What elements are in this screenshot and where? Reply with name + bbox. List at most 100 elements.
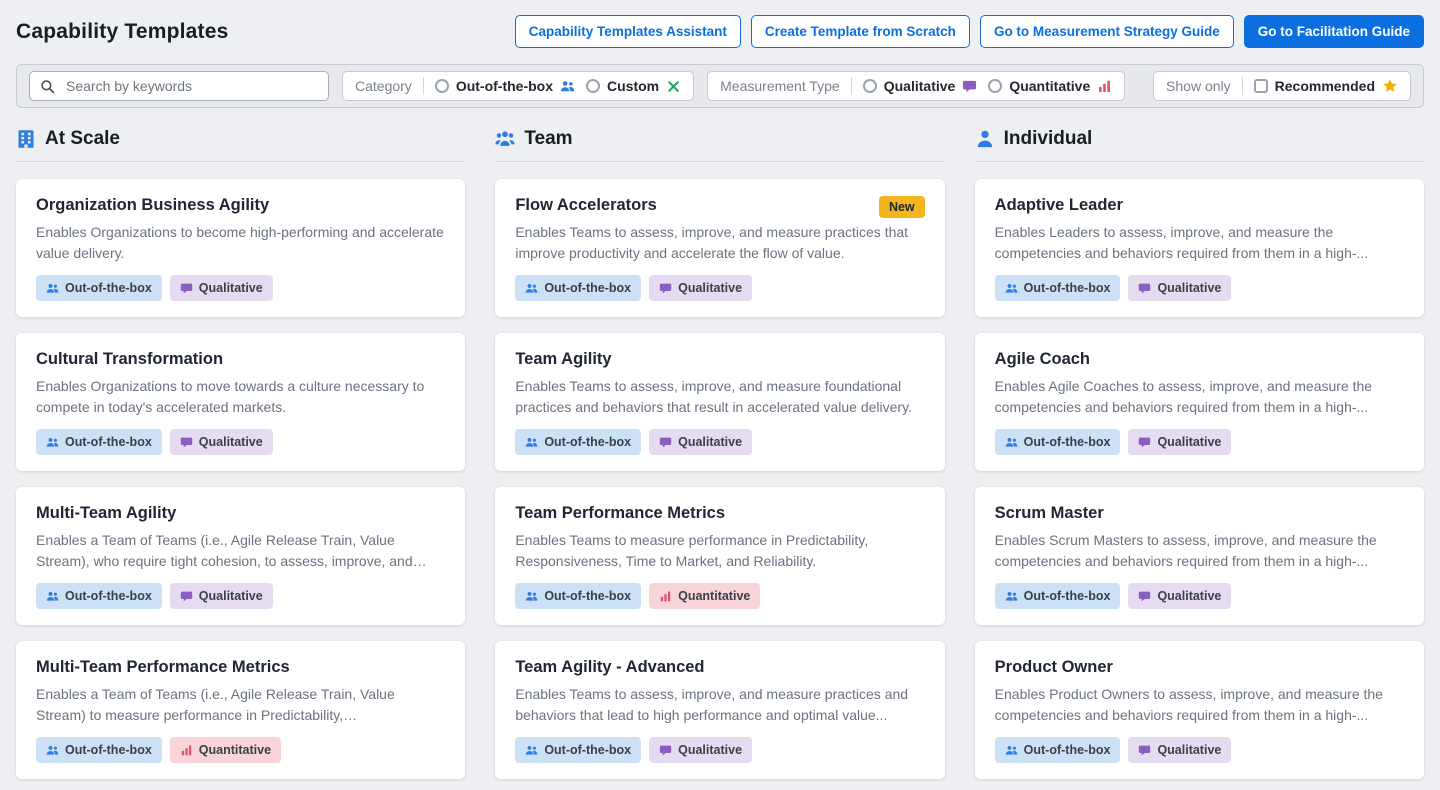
tag-qualitative: Qualitative: [169, 583, 273, 609]
template-card[interactable]: Team Agility Enables Teams to assess, im…: [495, 333, 945, 471]
column-individual: Individual Adaptive Leader Enables Leade…: [974, 128, 1424, 779]
tag-label: Out-of-the-box: [544, 435, 632, 449]
tag-label: Qualitative: [1157, 589, 1222, 603]
search-box[interactable]: [29, 71, 329, 101]
card-title: Team Performance Metrics: [515, 504, 726, 522]
card-description: Enables Organizations to move towards a …: [36, 378, 425, 415]
template-card[interactable]: Team Performance Metrics Enables Teams t…: [495, 487, 945, 625]
template-card[interactable]: Multi-Team Agility Enables a Team of Tea…: [16, 487, 466, 625]
measurement-strategy-guide-button[interactable]: Go to Measurement Strategy Guide: [979, 15, 1234, 48]
speech-bubble-icon: [180, 590, 193, 603]
radio-option-out-of-the-box[interactable]: Out-of-the-box: [434, 78, 575, 94]
create-template-from-scratch-button[interactable]: Create Template from Scratch: [750, 15, 970, 48]
template-columns: At Scale Organization Business Agility E…: [16, 128, 1424, 779]
capability-templates-page: Capability Templates Capability Template…: [0, 0, 1440, 779]
checkbox-control[interactable]: [1253, 79, 1268, 93]
category-filter-group: Category Out-of-the-box Custom: [342, 71, 695, 101]
template-card[interactable]: Organization Business Agility Enables Or…: [16, 179, 466, 317]
tag-label: Out-of-the-box: [1023, 743, 1111, 757]
tag-label: Qualitative: [198, 435, 263, 449]
template-card[interactable]: Product Owner Enables Product Owners to …: [974, 641, 1424, 779]
search-input[interactable]: [64, 77, 318, 95]
person-icon: [975, 129, 995, 149]
users-icon: [1005, 590, 1018, 603]
template-card[interactable]: Cultural Transformation Enables Organiza…: [16, 333, 466, 471]
facilitation-guide-button[interactable]: Go to Facilitation Guide: [1243, 15, 1424, 48]
bar-chart-icon: [180, 744, 193, 757]
card-description: Enables Scrum Masters to assess, improve…: [994, 532, 1377, 569]
bar-chart-icon: [1097, 79, 1112, 94]
card-description: Enables a Team of Teams (i.e., Agile Rel…: [36, 686, 395, 723]
tag-label: Qualitative: [198, 589, 263, 603]
column-header: Team: [495, 128, 945, 162]
radio-option-qualitative[interactable]: Qualitative: [862, 78, 978, 94]
tag-label: Qualitative: [1157, 743, 1222, 757]
tag-qualitative: Qualitative: [649, 737, 753, 763]
speech-bubble-icon: [1138, 436, 1151, 449]
column-title: Individual: [1003, 128, 1093, 149]
tag-label: Out-of-the-box: [544, 589, 632, 603]
tag-label: Out-of-the-box: [65, 743, 152, 757]
tag-label: Qualitative: [198, 281, 263, 295]
users-icon: [525, 436, 538, 449]
radio-label: Custom: [607, 78, 660, 94]
tag-out-of-the-box: Out-of-the-box: [36, 275, 162, 301]
tag-label: Quantitative: [198, 743, 272, 757]
card-description: Enables Product Owners to assess, improv…: [994, 686, 1383, 723]
tag-row: Out-of-the-box Qualitative: [994, 429, 1404, 455]
show-only-filter-label: Show only: [1166, 78, 1231, 94]
tag-label: Qualitative: [1157, 281, 1222, 295]
radio-control[interactable]: [586, 79, 601, 93]
template-card[interactable]: Scrum Master Enables Scrum Masters to as…: [974, 487, 1424, 625]
tag-label: Out-of-the-box: [1023, 589, 1111, 603]
capability-templates-assistant-button[interactable]: Capability Templates Assistant: [514, 15, 741, 48]
tag-label: Out-of-the-box: [544, 743, 632, 757]
users-icon: [1005, 436, 1018, 449]
template-card[interactable]: Team Agility - Advanced Enables Teams to…: [495, 641, 945, 779]
tag-label: Out-of-the-box: [1023, 435, 1111, 449]
users-icon: [525, 744, 538, 757]
card-description: Enables Organizations to become high-per…: [36, 224, 444, 261]
radio-label: Out-of-the-box: [455, 78, 554, 94]
card-title: Organization Business Agility: [36, 196, 270, 214]
users-icon: [525, 590, 538, 603]
tag-out-of-the-box: Out-of-the-box: [994, 583, 1121, 609]
card-description: Enables Leaders to assess, improve, and …: [994, 224, 1369, 261]
card-description: Enables Teams to assess, improve, and me…: [515, 224, 909, 261]
card-title: Team Agility: [515, 350, 612, 368]
building-icon: [16, 129, 36, 149]
measurement-type-filter-group: Measurement Type Qualitative Quantitativ…: [707, 71, 1126, 101]
template-card[interactable]: Agile Coach Enables Agile Coaches to ass…: [974, 333, 1424, 471]
radio-control[interactable]: [434, 79, 449, 93]
users-icon: [525, 282, 538, 295]
tag-qualitative: Qualitative: [1128, 583, 1232, 609]
column-title: Team: [524, 128, 573, 149]
template-card[interactable]: Adaptive Leader Enables Leaders to asses…: [974, 179, 1424, 317]
tools-icon: [666, 79, 681, 94]
checkbox-label: Recommended: [1274, 78, 1375, 94]
tag-label: Out-of-the-box: [65, 435, 152, 449]
tag-qualitative: Qualitative: [1128, 429, 1232, 455]
tag-out-of-the-box: Out-of-the-box: [36, 429, 162, 455]
card-title: Multi-Team Performance Metrics: [36, 658, 290, 676]
template-card[interactable]: Multi-Team Performance Metrics Enables a…: [16, 641, 466, 779]
template-card[interactable]: Flow Accelerators New Enables Teams to a…: [495, 179, 945, 317]
radio-control[interactable]: [862, 79, 877, 93]
top-bar: Capability Templates Capability Template…: [16, 0, 1424, 48]
tag-row: Out-of-the-box Qualitative: [994, 583, 1404, 609]
speech-bubble-icon: [180, 282, 193, 295]
speech-bubble-icon: [659, 436, 672, 449]
radio-option-quantitative[interactable]: Quantitative: [988, 78, 1112, 94]
column-team: Team Flow Accelerators New Enables Teams…: [495, 128, 945, 779]
tag-out-of-the-box: Out-of-the-box: [994, 737, 1121, 763]
column-title: At Scale: [45, 128, 120, 149]
tag-out-of-the-box: Out-of-the-box: [36, 583, 162, 609]
tag-row: Out-of-the-box Qualitative: [36, 275, 445, 301]
radio-option-custom[interactable]: Custom: [586, 78, 681, 94]
checkbox-option-recommended[interactable]: Recommended: [1253, 78, 1398, 94]
tag-qualitative: Qualitative: [169, 275, 273, 301]
card-description: Enables a Team of Teams (i.e., Agile Rel…: [36, 532, 413, 569]
users-icon: [46, 744, 59, 757]
users-icon: [1005, 282, 1018, 295]
radio-control[interactable]: [988, 79, 1003, 93]
